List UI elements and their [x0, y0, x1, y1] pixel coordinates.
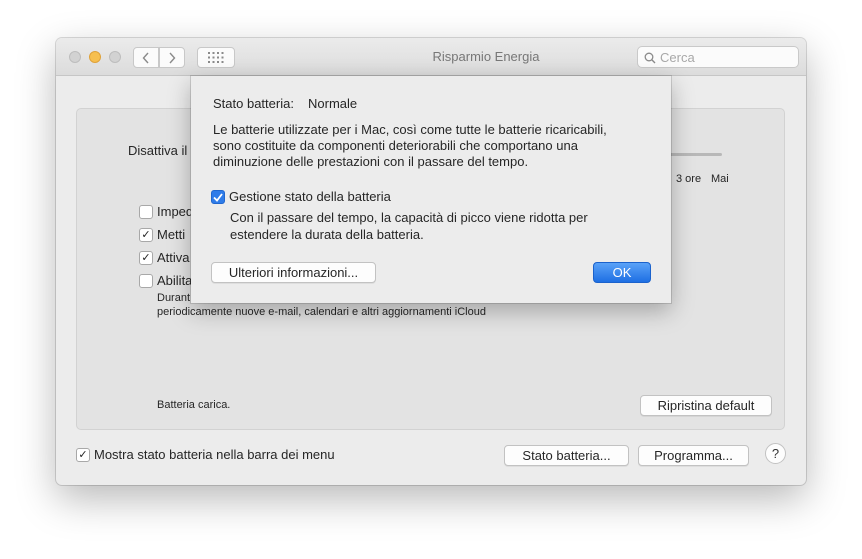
option-label-3: Attiva: [157, 250, 190, 265]
sleep-slider[interactable]: [669, 153, 722, 156]
help-button[interactable]: ?: [765, 443, 786, 464]
battery-status-button[interactable]: Stato batteria...: [504, 445, 629, 466]
ok-button[interactable]: OK: [593, 262, 651, 283]
option-checkbox-3[interactable]: ✓: [139, 251, 153, 265]
search-icon: [644, 52, 656, 64]
description-line-2: sono costituite da componenti deteriorab…: [213, 138, 578, 153]
checkmark-icon: ✓: [141, 251, 151, 264]
option-label-1: Imped: [157, 204, 194, 219]
option-checkbox-1[interactable]: [139, 205, 153, 219]
slider-label-never: Mai: [711, 173, 729, 185]
checkmark-icon: ✓: [141, 228, 151, 241]
slider-label-3h: 3 ore: [676, 173, 702, 185]
search-placeholder: Cerca: [660, 49, 695, 65]
option-checkbox-4[interactable]: [139, 274, 153, 288]
minimize-window-button[interactable]: [89, 51, 101, 63]
management-description-line-1: Con il passare del tempo, la capacità di…: [230, 210, 588, 225]
search-field[interactable]: Cerca: [637, 46, 799, 68]
battery-status-text: Batteria carica.: [157, 399, 231, 411]
restore-default-button[interactable]: Ripristina default: [640, 395, 772, 416]
schedule-button[interactable]: Programma...: [638, 445, 749, 466]
battery-management-label: Gestione stato della batteria: [229, 189, 391, 204]
zoom-window-button[interactable]: [109, 51, 121, 63]
chevron-right-icon: [169, 52, 176, 63]
status-label: Stato batteria:: [213, 96, 294, 111]
forward-button[interactable]: [159, 47, 185, 68]
battery-management-checkbox[interactable]: [211, 190, 225, 204]
close-window-button[interactable]: [69, 51, 81, 63]
option-label-2: Metti: [157, 227, 186, 242]
management-description-line-2: estendere la durata della batteria.: [230, 227, 424, 242]
show-status-checkbox[interactable]: ✓: [76, 448, 90, 462]
show-all-button[interactable]: [197, 47, 235, 68]
option-label-4: Abilita: [157, 273, 193, 288]
more-info-button[interactable]: Ulteriori informazioni...: [211, 262, 376, 283]
checkmark-icon: ✓: [78, 448, 88, 461]
status-value: Normale: [308, 96, 358, 111]
checkmark-icon: [213, 192, 223, 202]
grid-icon: [208, 52, 224, 63]
option-description-line2: periodicamente nuove e-mail, calendari e…: [157, 306, 486, 318]
show-status-label: Mostra stato batteria nella barra dei me…: [94, 447, 335, 462]
battery-status-sheet: Stato batteria: Normale Le batterie util…: [191, 76, 671, 303]
option-description-line1: Durant: [157, 292, 191, 304]
chevron-left-icon: [142, 52, 149, 63]
title-bar: Risparmio Energia Cerca: [56, 38, 806, 76]
description-line-1: Le batterie utilizzate per i Mac, così c…: [213, 122, 607, 137]
window-title: Risparmio Energia: [432, 49, 540, 64]
option-checkbox-2[interactable]: ✓: [139, 228, 153, 242]
back-button[interactable]: [133, 47, 159, 68]
sleep-label: Disattiva il: [128, 143, 188, 158]
description-line-3: diminuzione delle prestazioni con il pas…: [213, 154, 529, 169]
